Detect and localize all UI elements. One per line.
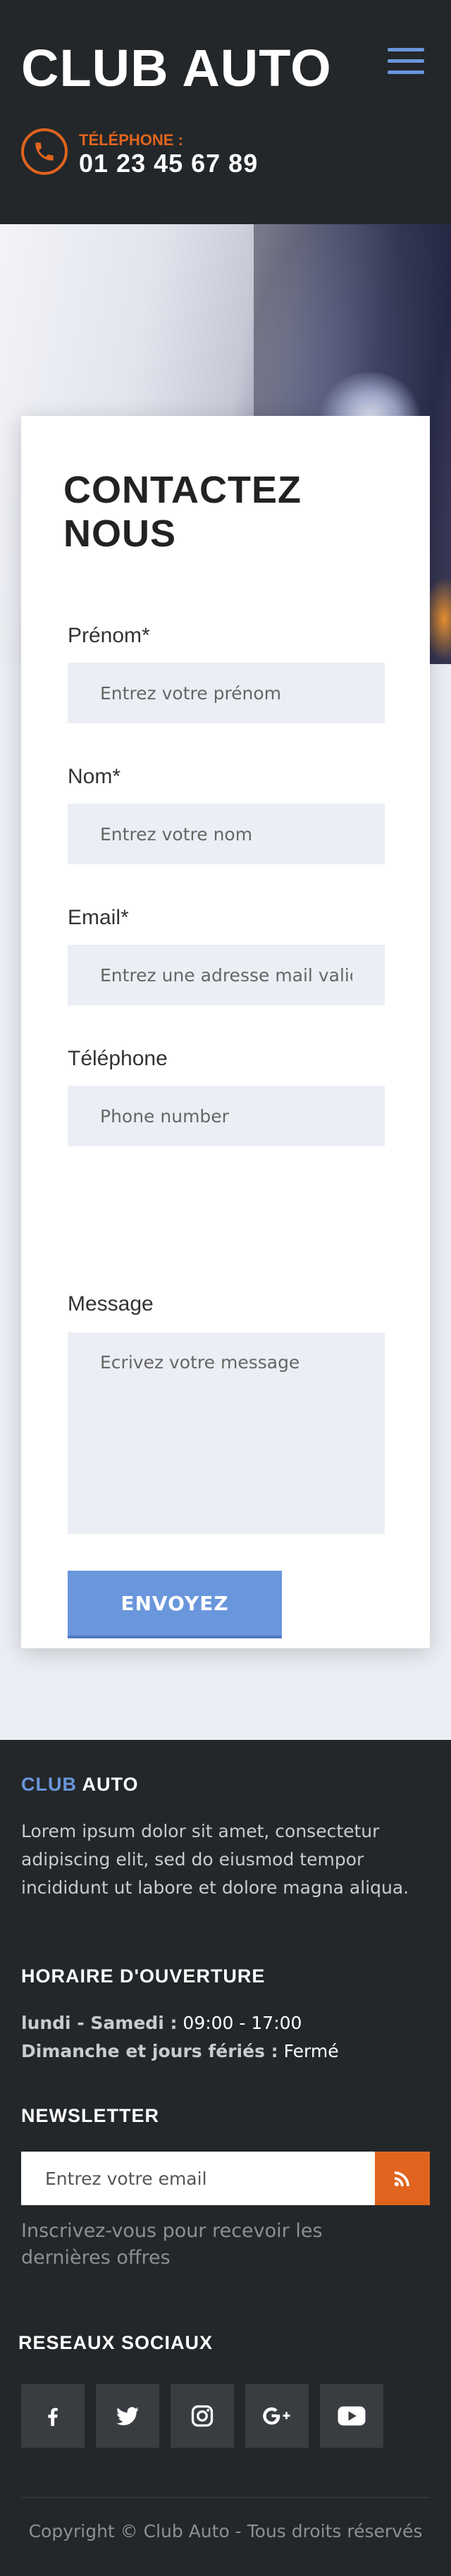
footer-divider	[21, 2497, 430, 2498]
rss-icon	[394, 2171, 409, 2187]
firstname-field[interactable]	[68, 663, 385, 723]
newsletter-help-text: Inscrivez-vous pour recevoir les dernièr…	[21, 2220, 323, 2269]
hours-holidays: Dimanche et jours fériés : Fermé	[21, 2037, 416, 2066]
copyright-text: Copyright © Club Auto - Tous droits rése…	[28, 2521, 423, 2541]
newsletter-email-input[interactable]	[21, 2152, 375, 2205]
firstname-label: Prénom*	[68, 624, 150, 647]
footer-about-text: Lorem ipsum dolor sit amet, consectetur …	[21, 1821, 409, 1898]
hours-weekdays: lundi - Samedi : 09:00 - 17:00	[21, 2009, 416, 2037]
hamburger-menu-icon[interactable]	[385, 44, 428, 79]
social-title: RESEAUX SOCIAUX	[18, 2332, 214, 2353]
twitter-icon	[116, 2407, 139, 2426]
facebook-link[interactable]	[21, 2384, 85, 2448]
phone-label: TÉLÉPHONE :	[79, 131, 183, 149]
instagram-link[interactable]	[171, 2384, 234, 2448]
message-label: Message	[68, 1292, 154, 1315]
site-footer: CLUB AUTO Lorem ipsum dolor sit amet, co…	[0, 1740, 451, 2576]
phone-label-field: Téléphone	[68, 1047, 168, 1070]
hours-title: HORAIRE D'OUVERTURE	[21, 1965, 266, 1987]
site-header: CLUB AUTO TÉLÉPHONE : 01 23 45 67 89	[0, 0, 451, 224]
instagram-icon	[191, 2405, 214, 2427]
site-logo[interactable]: CLUB AUTO	[21, 37, 332, 100]
google-plus-link[interactable]	[245, 2384, 309, 2448]
email-field[interactable]	[68, 945, 385, 1005]
message-field[interactable]	[68, 1332, 385, 1534]
newsletter-title: NEWSLETTER	[21, 2105, 159, 2126]
email-label: Email*	[68, 906, 129, 929]
twitter-link[interactable]	[96, 2384, 159, 2448]
phone-icon	[21, 128, 68, 175]
footer-brand-rest: AUTO	[77, 1774, 139, 1795]
newsletter-submit-button[interactable]	[375, 2152, 430, 2205]
hours-weekdays-value: 09:00 - 17:00	[177, 2013, 302, 2033]
footer-brand-accent: CLUB	[21, 1774, 77, 1795]
facebook-icon	[48, 2408, 58, 2427]
hours-holidays-value: Fermé	[278, 2041, 339, 2061]
footer-brand: CLUB AUTO	[21, 1772, 139, 1796]
youtube-icon	[338, 2406, 366, 2426]
lastname-label: Nom*	[68, 765, 121, 788]
google-plus-icon	[263, 2407, 290, 2425]
contact-title: CONTACTEZ NOUS	[63, 469, 302, 555]
contact-form: CONTACTEZ NOUS Prénom* Nom* Email* Télép…	[21, 416, 430, 1648]
submit-button[interactable]: ENVOYEZ	[68, 1571, 282, 1638]
hours-holidays-label: Dimanche et jours fériés :	[21, 2041, 278, 2061]
phone-field[interactable]	[68, 1086, 385, 1146]
hours-weekdays-label: lundi - Samedi :	[21, 2013, 178, 2033]
phone-number[interactable]: 01 23 45 67 89	[79, 148, 258, 179]
social-links	[21, 2384, 383, 2448]
youtube-link[interactable]	[320, 2384, 383, 2448]
lastname-field[interactable]	[68, 804, 385, 864]
